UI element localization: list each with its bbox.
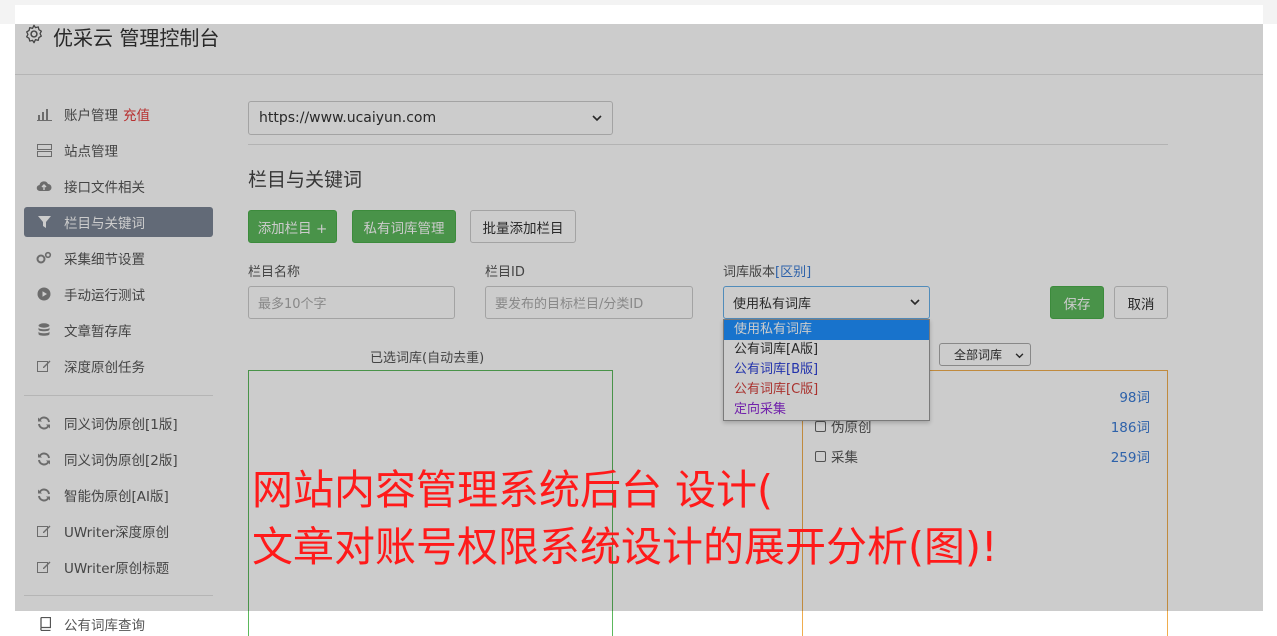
book-icon xyxy=(36,616,52,632)
gear-icon xyxy=(26,24,42,44)
bar-chart-icon xyxy=(36,106,52,122)
private-lib-button[interactable]: 私有词库管理 xyxy=(352,210,456,243)
lib-row-count: 186词 xyxy=(1110,420,1150,436)
save-button[interactable]: 保存 xyxy=(1050,286,1104,319)
lib-version-dropdown: 使用私有词库 公有词库[A版] 公有词库[B版] 公有词库[C版] 定向采集 xyxy=(723,319,930,421)
sidebar-item-article-store[interactable]: 文章暂存库 xyxy=(24,315,213,345)
sidebar-divider xyxy=(24,595,213,596)
sidebar-item-label: 公有词库查询 xyxy=(64,618,145,634)
sidebar-item-ai-rewrite[interactable]: 智能伪原创[AI版] xyxy=(24,480,213,510)
sidebar-item-manual-run[interactable]: 手动运行测试 xyxy=(24,279,213,309)
sidebar-item-label: 文章暂存库 xyxy=(64,324,132,340)
dropdown-option-private[interactable]: 使用私有词库 xyxy=(724,320,929,340)
lib-version-select[interactable]: 使用私有词库 xyxy=(723,286,930,319)
sidebar-item-columns-keywords[interactable]: 栏目与关键词 xyxy=(24,207,213,237)
sidebar-item-label: 账户管理 xyxy=(64,108,118,124)
site-select[interactable]: https://www.ucaiyun.com xyxy=(248,101,613,135)
sidebar-item-label: 栏目与关键词 xyxy=(64,216,145,232)
refresh-icon xyxy=(36,487,52,503)
all-lib-select[interactable]: 全部词库 xyxy=(939,343,1031,366)
sidebar-item-label: 同义词伪原创[2版] xyxy=(64,453,178,469)
sidebar-item-label: 接口文件相关 xyxy=(64,180,145,196)
server-icon xyxy=(36,142,52,158)
checkbox[interactable] xyxy=(815,420,826,432)
cloud-upload-icon xyxy=(36,178,52,194)
dropdown-option-public-a[interactable]: 公有词库[A版] xyxy=(724,340,929,360)
overlay-headline: 网站内容管理系统后台 设计( 文章对账号权限系统设计的展开分析(图)! xyxy=(252,462,997,576)
dropdown-option-public-c[interactable]: 公有词库[C版] xyxy=(724,380,929,400)
lib-version-label-text: 词库版本 xyxy=(723,265,776,280)
filter-icon xyxy=(36,214,52,230)
lib-row-count: 259词 xyxy=(1110,450,1150,466)
all-lib-select-value: 全部词库 xyxy=(954,348,1003,362)
selected-panel-title: 已选词库(自动去重) xyxy=(370,351,485,366)
play-circle-icon xyxy=(36,286,52,302)
dropdown-option-public-b[interactable]: 公有词库[B版] xyxy=(724,360,929,380)
sidebar-item-interface-files[interactable]: 接口文件相关 xyxy=(24,171,213,201)
lib-version-value: 使用私有词库 xyxy=(733,297,812,312)
gears-icon xyxy=(36,250,52,266)
dropdown-option-targeted[interactable]: 定向采集 xyxy=(724,400,929,420)
sidebar-divider xyxy=(24,395,213,396)
sidebar-item-label: 同义词伪原创[1版] xyxy=(64,417,178,433)
lib-version-label: 词库版本[区别] xyxy=(723,261,811,280)
edit-icon xyxy=(36,358,52,374)
lib-row-count: 98词 xyxy=(1119,390,1150,406)
sidebar-item-uwriter-deep[interactable]: UWriter深度原创 xyxy=(24,516,213,546)
sidebar-item-synonym-v2[interactable]: 同义词伪原创[2版] xyxy=(24,444,213,474)
lib-version-diff-link[interactable]: [区别] xyxy=(775,265,811,280)
sidebar-item-label: 智能伪原创[AI版] xyxy=(64,489,169,505)
console-title: 优采云 管理控制台 xyxy=(53,26,220,50)
sidebar-item-label: UWriter深度原创 xyxy=(64,525,170,541)
sidebar-item-label: 站点管理 xyxy=(64,144,118,160)
add-column-button[interactable]: 添加栏目 + xyxy=(248,210,337,243)
sidebar-item-label: 采集细节设置 xyxy=(64,252,145,268)
sidebar-item-uwriter-title[interactable]: UWriter原创标题 xyxy=(24,552,213,582)
column-name-label: 栏目名称 xyxy=(248,265,301,280)
column-id-label: 栏目ID xyxy=(485,265,525,280)
checkbox[interactable] xyxy=(815,450,826,462)
chevron-down-icon xyxy=(1015,348,1024,362)
refresh-icon xyxy=(36,451,52,467)
sidebar-item-public-lib-query[interactable]: 公有词库查询 xyxy=(24,609,213,636)
sidebar-item-collect-settings[interactable]: 采集细节设置 xyxy=(24,243,213,273)
sidebar-item-account[interactable]: 账户管理 充值 xyxy=(24,99,213,129)
sidebar-item-label: 深度原创任务 xyxy=(64,360,145,376)
sidebar-item-synonym-v1[interactable]: 同义词伪原创[1版] xyxy=(24,408,213,438)
sidebar-item-label: 手动运行测试 xyxy=(64,288,145,304)
sidebar-item-label: UWriter原创标题 xyxy=(64,561,170,577)
batch-add-button[interactable]: 批量添加栏目 xyxy=(470,210,576,243)
database-icon xyxy=(36,322,52,338)
edit-icon xyxy=(36,523,52,539)
section-title: 栏目与关键词 xyxy=(248,169,363,191)
column-id-input[interactable]: 要发布的目标栏目/分类ID xyxy=(485,286,693,319)
overlay-headline-line2: 文章对账号权限系统设计的展开分析(图)! xyxy=(252,523,998,571)
sidebar-item-sites[interactable]: 站点管理 xyxy=(24,135,213,165)
overlay-headline-line1: 网站内容管理系统后台 设计( xyxy=(252,466,774,514)
chevron-down-icon xyxy=(910,295,920,310)
sidebar-item-deep-original[interactable]: 深度原创任务 xyxy=(24,351,213,381)
refresh-icon xyxy=(36,415,52,431)
cancel-button[interactable]: 取消 xyxy=(1114,286,1168,319)
edit-icon xyxy=(36,559,52,575)
site-select-value: https://www.ucaiyun.com xyxy=(259,110,437,126)
divider xyxy=(248,144,1168,145)
console-header: 优采云 管理控制台 xyxy=(15,5,1263,75)
recharge-link[interactable]: 充值 xyxy=(123,104,150,124)
chevron-down-icon xyxy=(592,110,602,126)
column-name-input[interactable]: 最多10个字 xyxy=(248,286,455,319)
